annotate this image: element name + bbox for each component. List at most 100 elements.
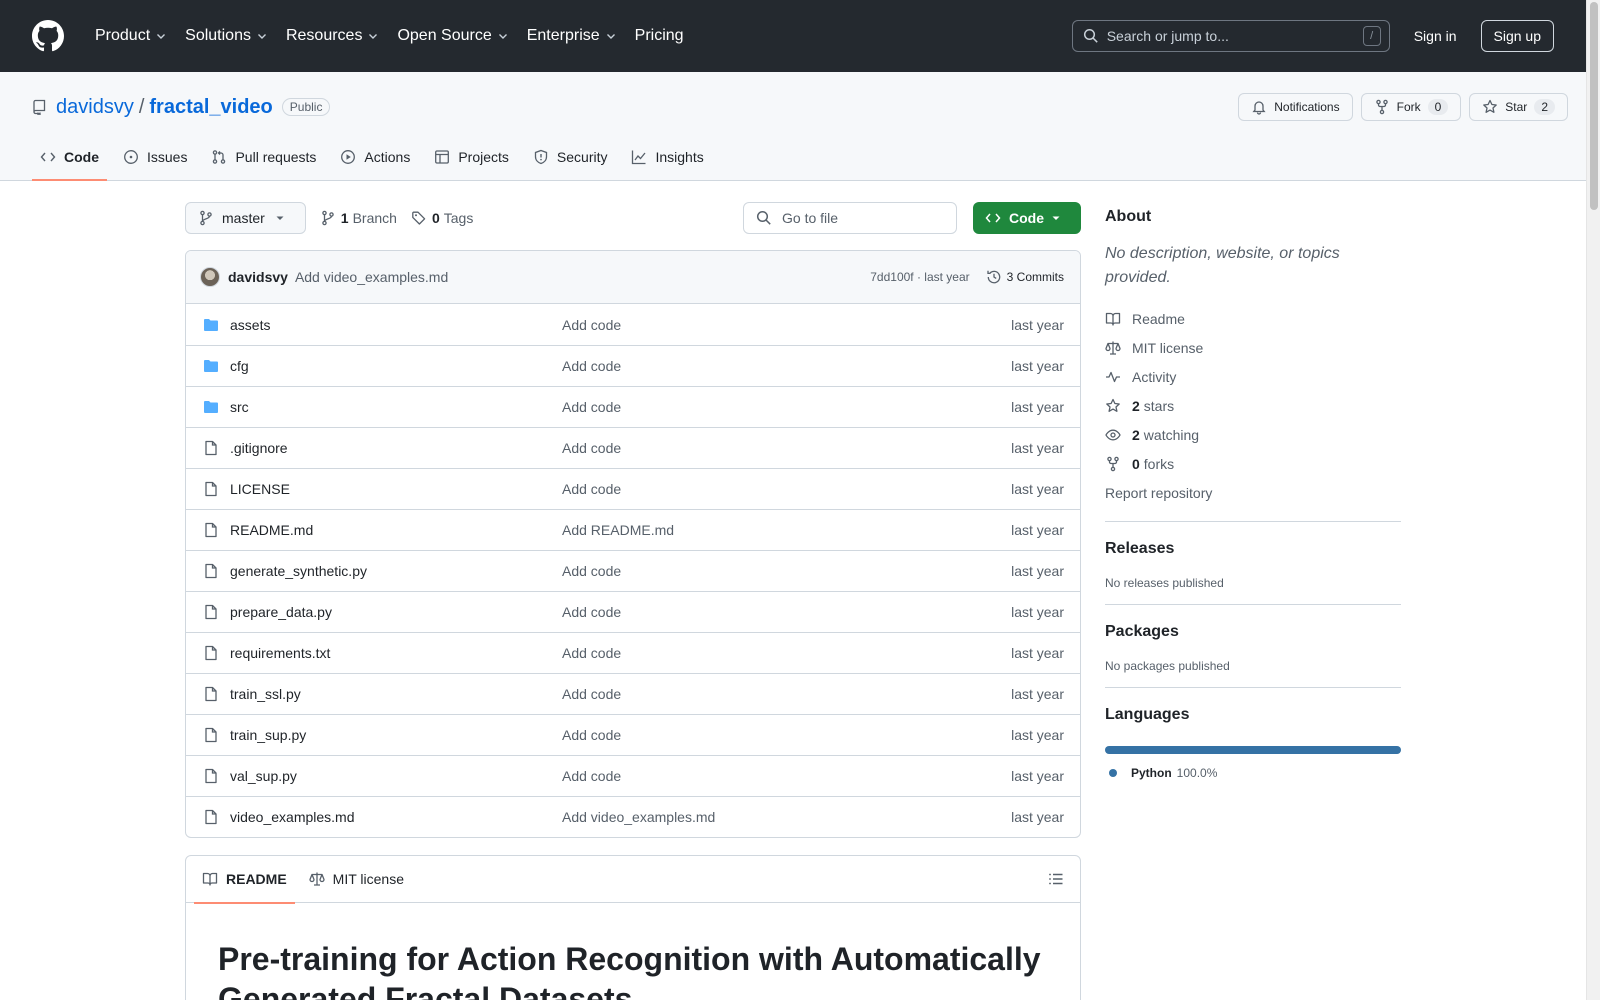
fork-label: Fork bbox=[1396, 100, 1421, 114]
file-name-link[interactable]: LICENSE bbox=[230, 481, 562, 497]
branches-link[interactable]: 1 Branch bbox=[320, 210, 397, 226]
report-repository-link[interactable]: Report repository bbox=[1105, 478, 1401, 507]
tab-projects[interactable]: Projects bbox=[426, 134, 517, 180]
list-outline-icon[interactable] bbox=[1048, 871, 1064, 887]
file-commit-message[interactable]: Add code bbox=[562, 645, 1011, 661]
language-item[interactable]: Python 100.0% bbox=[1105, 766, 1401, 780]
file-commit-message[interactable]: Add code bbox=[562, 686, 1011, 702]
file-name-link[interactable]: requirements.txt bbox=[230, 645, 562, 661]
nav-enterprise[interactable]: Enterprise bbox=[518, 20, 626, 52]
file-name-link[interactable]: cfg bbox=[230, 358, 562, 374]
activity-link-label: Activity bbox=[1132, 368, 1177, 385]
tab-actions[interactable]: Actions bbox=[332, 134, 418, 180]
releases-title[interactable]: Releases bbox=[1105, 540, 1401, 558]
nav-product[interactable]: Product bbox=[86, 20, 176, 52]
table-row[interactable]: prepare_data.py Add code last year bbox=[186, 591, 1080, 632]
table-row[interactable]: assets Add code last year bbox=[186, 304, 1080, 345]
branch-select-button[interactable]: master bbox=[185, 202, 306, 234]
github-logo-icon[interactable] bbox=[32, 20, 64, 52]
file-name-link[interactable]: train_ssl.py bbox=[230, 686, 562, 702]
commit-author-link[interactable]: davidsvy bbox=[228, 269, 288, 285]
table-row[interactable]: generate_synthetic.py Add code last year bbox=[186, 550, 1080, 591]
file-name-link[interactable]: val_sup.py bbox=[230, 768, 562, 784]
file-commit-message[interactable]: Add video_examples.md bbox=[562, 809, 1011, 825]
commits-history-link[interactable]: 3 Commits bbox=[986, 269, 1064, 285]
file-name-link[interactable]: video_examples.md bbox=[230, 809, 562, 825]
nav-solutions[interactable]: Solutions bbox=[176, 20, 277, 52]
table-row[interactable]: train_ssl.py Add code last year bbox=[186, 673, 1080, 714]
code-dropdown-button[interactable]: Code bbox=[973, 202, 1081, 234]
packages-title[interactable]: Packages bbox=[1105, 623, 1401, 641]
file-commit-message[interactable]: Add code bbox=[562, 563, 1011, 579]
nav-pricing[interactable]: Pricing bbox=[626, 20, 693, 52]
file-commit-message[interactable]: Add code bbox=[562, 440, 1011, 456]
file-name-link[interactable]: train_sup.py bbox=[230, 727, 562, 743]
sign-in-link[interactable]: Sign in bbox=[1404, 28, 1467, 44]
readme-link[interactable]: Readme bbox=[1105, 304, 1401, 333]
tab-code[interactable]: Code bbox=[32, 134, 107, 181]
notifications-button[interactable]: Notifications bbox=[1238, 93, 1353, 121]
latest-commit-bar: davidsvy Add video_examples.md 7dd100f ·… bbox=[186, 251, 1080, 304]
sign-up-button[interactable]: Sign up bbox=[1480, 20, 1554, 52]
file-commit-date: last year bbox=[1011, 440, 1064, 456]
shield-icon bbox=[534, 149, 548, 165]
go-to-file-input[interactable]: Go to file bbox=[743, 202, 957, 234]
activity-link[interactable]: Activity bbox=[1105, 362, 1401, 391]
forks-link[interactable]: 0 forks bbox=[1105, 449, 1401, 478]
file-commit-message[interactable]: Add code bbox=[562, 317, 1011, 333]
file-name-link[interactable]: generate_synthetic.py bbox=[230, 563, 562, 579]
page-scrollbar[interactable] bbox=[1586, 0, 1600, 1000]
nav-open-source[interactable]: Open Source bbox=[388, 20, 517, 52]
file-name-link[interactable]: .gitignore bbox=[230, 440, 562, 456]
branch-icon bbox=[200, 210, 212, 226]
table-row[interactable]: video_examples.md Add video_examples.md la… bbox=[186, 796, 1080, 837]
global-search-input[interactable]: Search or jump to... / bbox=[1071, 20, 1390, 52]
file-commit-message[interactable]: Add code bbox=[562, 604, 1011, 620]
fork-button[interactable]: Fork 0 bbox=[1360, 93, 1462, 121]
tab-security[interactable]: Security bbox=[525, 134, 616, 180]
repo-owner-link[interactable]: davidsvy bbox=[56, 96, 134, 119]
tab-readme[interactable]: README bbox=[194, 856, 295, 904]
tags-link[interactable]: 0 Tags bbox=[411, 210, 473, 226]
code-icon bbox=[40, 152, 56, 162]
watching-link[interactable]: 2 watching bbox=[1105, 420, 1401, 449]
tab-license[interactable]: MIT license bbox=[301, 856, 412, 903]
table-row[interactable]: cfg Add code last year bbox=[186, 345, 1080, 386]
file-name-link[interactable]: README.md bbox=[230, 522, 562, 538]
license-link[interactable]: MIT license bbox=[1105, 333, 1401, 362]
table-row[interactable]: README.md Add README.md last year bbox=[186, 509, 1080, 550]
star-button[interactable]: Star 2 bbox=[1469, 93, 1568, 121]
file-commit-message[interactable]: Add README.md bbox=[562, 522, 1011, 538]
file-name-link[interactable]: prepare_data.py bbox=[230, 604, 562, 620]
table-row[interactable]: .gitignore Add code last year bbox=[186, 427, 1080, 468]
file-commit-date: last year bbox=[1011, 316, 1064, 333]
file-commit-message[interactable]: Add code bbox=[562, 727, 1011, 743]
file-commit-message[interactable]: Add code bbox=[562, 768, 1011, 784]
file-name-link[interactable]: src bbox=[230, 399, 562, 415]
tab-insights[interactable]: Insights bbox=[623, 134, 711, 180]
file-commit-message[interactable]: Add code bbox=[562, 399, 1011, 415]
language-color-dot bbox=[1109, 769, 1117, 777]
watching-count: 2 bbox=[1132, 426, 1140, 443]
branch-count-label: Branch bbox=[352, 210, 397, 226]
scrollbar-thumb[interactable] bbox=[1590, 2, 1598, 210]
table-row[interactable]: train_sup.py Add code last year bbox=[186, 714, 1080, 755]
caret-down-icon bbox=[1052, 216, 1060, 220]
file-name-link[interactable]: assets bbox=[230, 317, 562, 333]
table-row[interactable]: LICENSE Add code last year bbox=[186, 468, 1080, 509]
file-commit-message[interactable]: Add code bbox=[562, 358, 1011, 374]
tab-issues[interactable]: Issues bbox=[115, 134, 195, 180]
chevron-down-icon bbox=[257, 34, 266, 39]
table-row[interactable]: val_sup.py Add code last year bbox=[186, 755, 1080, 796]
nav-resources[interactable]: Resources bbox=[277, 20, 388, 52]
repo-name-link[interactable]: fractal_video bbox=[149, 96, 272, 119]
file-commit-message[interactable]: Add code bbox=[562, 481, 1011, 497]
commit-message-link[interactable]: Add video_examples.md bbox=[295, 269, 448, 285]
tab-pull-requests[interactable]: Pull requests bbox=[203, 134, 324, 180]
file-icon bbox=[205, 440, 217, 456]
avatar[interactable] bbox=[200, 267, 220, 287]
table-row[interactable]: requirements.txt Add code last year bbox=[186, 632, 1080, 673]
stars-link[interactable]: 2 stars bbox=[1105, 391, 1401, 420]
commit-hash-time[interactable]: 7dd100f · last year bbox=[870, 270, 969, 284]
table-row[interactable]: src Add code last year bbox=[186, 386, 1080, 427]
